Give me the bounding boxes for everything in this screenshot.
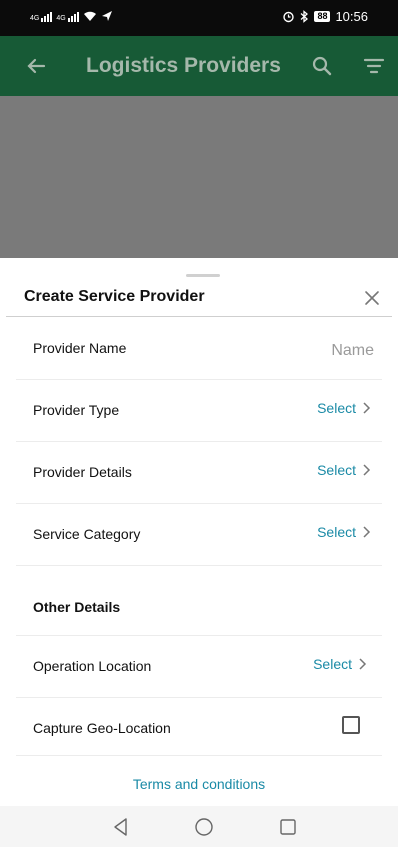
provider-name-input[interactable]: Name bbox=[331, 342, 374, 360]
operation-location-select[interactable]: Select bbox=[313, 656, 368, 672]
chevron-right-icon bbox=[363, 526, 371, 538]
arrow-back-icon[interactable] bbox=[22, 52, 50, 80]
provider-details-select[interactable]: Select bbox=[317, 462, 372, 478]
clock: 10:56 bbox=[335, 9, 368, 24]
operation-location-label: Operation Location bbox=[33, 658, 152, 674]
status-icons-left: 4G 4G bbox=[30, 10, 113, 22]
select-label: Select bbox=[317, 524, 356, 540]
signal-label: 4G bbox=[56, 15, 66, 22]
nav-recents-icon[interactable] bbox=[278, 817, 298, 837]
provider-name-row[interactable]: Provider Name Name bbox=[16, 318, 382, 380]
service-category-select[interactable]: Select bbox=[317, 524, 372, 540]
app-bar: Logistics Providers bbox=[0, 36, 398, 96]
service-category-label: Service Category bbox=[33, 526, 141, 542]
select-label: Select bbox=[317, 462, 356, 478]
capture-geo-location-row[interactable]: Capture Geo-Location bbox=[16, 698, 382, 756]
location-arrow-icon bbox=[101, 11, 112, 21]
other-details-heading: Other Details bbox=[33, 599, 121, 615]
signal-label: 4G bbox=[30, 15, 40, 22]
select-label: Select bbox=[317, 400, 356, 416]
provider-type-select[interactable]: Select bbox=[317, 400, 372, 416]
select-label: Select bbox=[313, 656, 352, 672]
nav-home-icon[interactable] bbox=[193, 816, 215, 838]
status-bar: 4G 4G 88 10:56 bbox=[0, 0, 398, 36]
chevron-right-icon bbox=[359, 658, 367, 670]
terms-and-conditions-link[interactable]: Terms and conditions bbox=[0, 776, 398, 792]
alarm-icon bbox=[283, 11, 295, 23]
system-nav-bar bbox=[0, 806, 398, 847]
provider-type-label: Provider Type bbox=[33, 402, 120, 418]
signal-icon: 4G bbox=[30, 12, 53, 22]
bluetooth-icon bbox=[300, 10, 309, 23]
chevron-right-icon bbox=[363, 402, 371, 414]
capture-geo-location-label: Capture Geo-Location bbox=[33, 720, 171, 736]
create-provider-sheet: Create Service Provider Provider Name Na… bbox=[0, 258, 398, 806]
service-category-row[interactable]: Service Category Select bbox=[16, 504, 382, 566]
filter-icon[interactable] bbox=[360, 52, 388, 80]
provider-type-row[interactable]: Provider Type Select bbox=[16, 380, 382, 442]
sheet-title: Create Service Provider bbox=[24, 288, 205, 305]
wifi-icon bbox=[83, 11, 96, 21]
operation-location-row[interactable]: Operation Location Select bbox=[16, 636, 382, 698]
signal-icon: 4G bbox=[56, 12, 79, 22]
search-icon[interactable] bbox=[308, 52, 336, 80]
provider-details-row[interactable]: Provider Details Select bbox=[16, 442, 382, 504]
capture-geo-location-checkbox[interactable] bbox=[342, 716, 360, 734]
status-icons-right: 88 10:56 bbox=[282, 9, 368, 24]
chevron-right-icon bbox=[363, 464, 371, 476]
provider-name-label: Provider Name bbox=[33, 340, 127, 356]
modal-backdrop[interactable] bbox=[0, 96, 398, 258]
battery-icon: 88 bbox=[314, 11, 331, 22]
drag-handle[interactable] bbox=[186, 274, 220, 277]
page-title: Logistics Providers bbox=[86, 54, 281, 77]
close-icon[interactable] bbox=[360, 286, 384, 310]
nav-back-icon[interactable] bbox=[110, 816, 132, 838]
provider-details-label: Provider Details bbox=[33, 464, 132, 480]
divider bbox=[6, 316, 392, 317]
